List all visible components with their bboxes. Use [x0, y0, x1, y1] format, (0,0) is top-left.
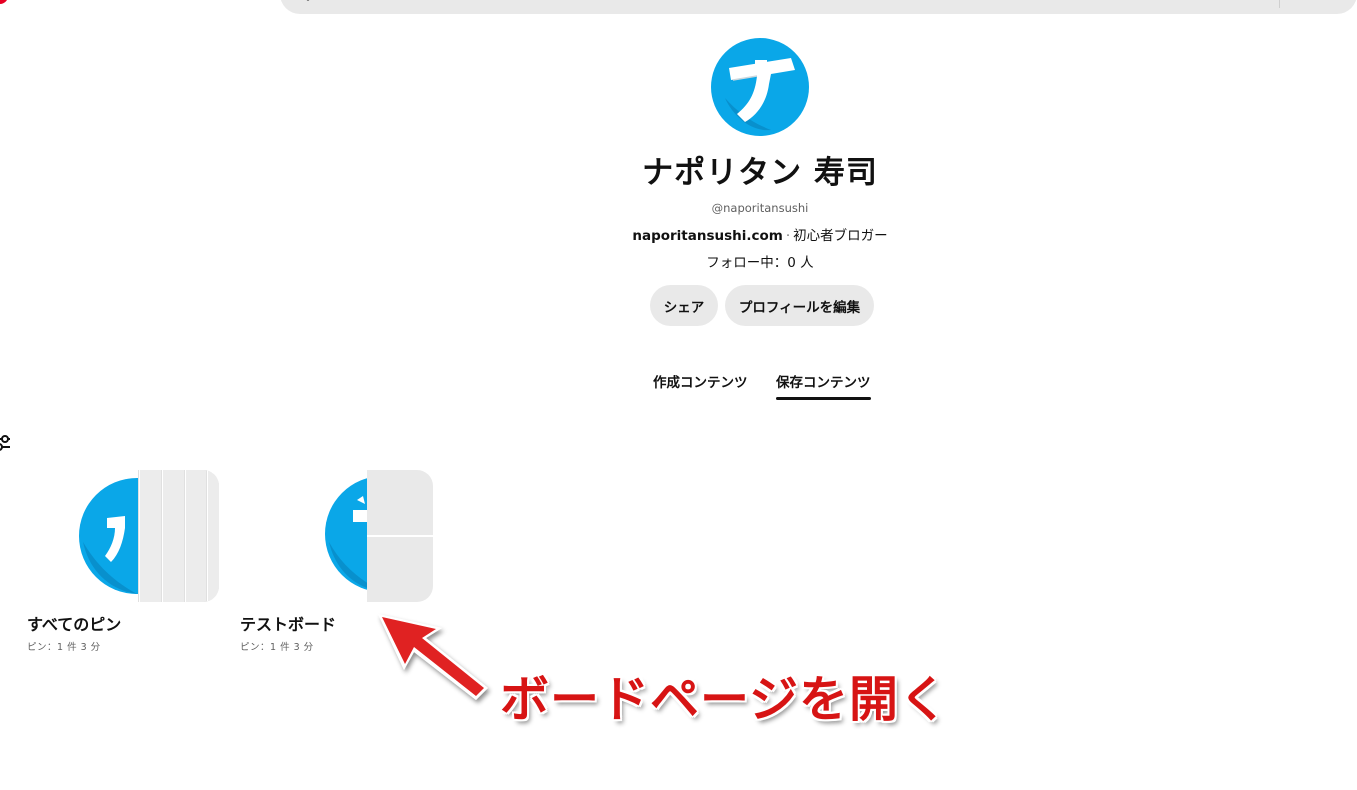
annotation-arrow: [378, 614, 488, 700]
board-preview-top: [367, 470, 433, 537]
tab-saved[interactable]: 保存コンテンツ: [776, 371, 871, 391]
board-card-all-pins[interactable]: [19, 470, 219, 602]
board-title-all-pins[interactable]: すべてのピン: [27, 611, 121, 635]
profile-name: ナポリタン 寿司: [642, 155, 878, 191]
tab-created[interactable]: 作成コンテンツ: [653, 371, 748, 391]
annotation-label: ボードページを開く: [500, 671, 950, 728]
profile-bio-line: naporitansushi.com · 初心者ブロガー: [560, 224, 960, 244]
search-bar[interactable]: ・: [280, 0, 1357, 14]
board-title-test-board[interactable]: テストボード: [240, 611, 336, 635]
stacked-pin-4: [207, 470, 219, 602]
profile-website-link[interactable]: naporitansushi.com: [632, 228, 783, 244]
pinterest-logo-fragment[interactable]: [0, 0, 8, 4]
edit-profile-button[interactable]: プロフィールを編集: [725, 285, 874, 326]
filter-icon[interactable]: [0, 435, 10, 451]
board-preview-bottom: [367, 537, 433, 602]
share-button[interactable]: シェア: [650, 285, 718, 326]
active-tab-indicator: [776, 397, 871, 400]
board-meta-test-board: ピン：1 件 3 分: [240, 642, 314, 653]
avatar[interactable]: [711, 38, 809, 136]
board-cover-image: [19, 470, 139, 602]
board-meta-all-pins: ピン：1 件 3 分: [27, 642, 101, 653]
bio-separator: ·: [785, 228, 791, 244]
search-divider: [1279, 0, 1280, 8]
profile-handle: @naporitansushi: [711, 201, 809, 215]
board-cover-image: [233, 470, 367, 602]
search-placeholder: ・: [302, 0, 316, 7]
profile-bio: 初心者ブロガー: [793, 228, 888, 244]
board-card-test-board[interactable]: [233, 470, 433, 602]
following-count[interactable]: フォロー中：0 人: [560, 251, 960, 271]
